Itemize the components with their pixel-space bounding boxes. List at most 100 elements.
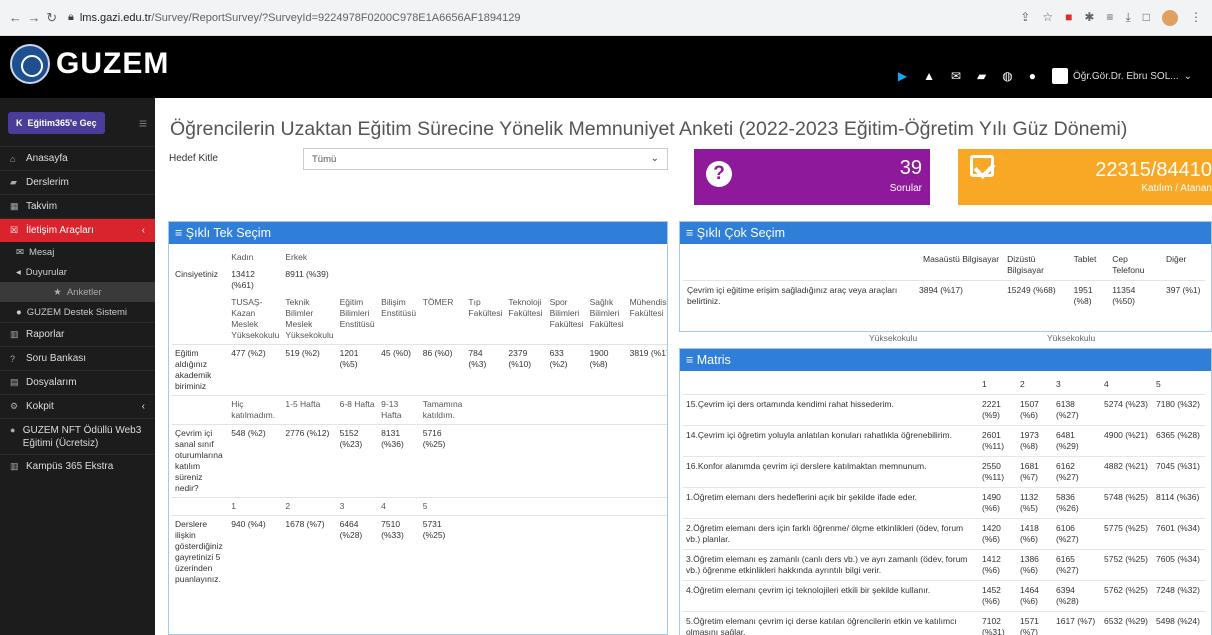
sidebar-item-raporlar[interactable]: ▥ Raporlar xyxy=(0,322,155,346)
column-header: Teknik Bilimler Meslek Yüksekokulu xyxy=(285,297,334,340)
participation-count: 22315/84410 xyxy=(1095,159,1212,181)
column-header: Erkek xyxy=(285,252,308,262)
back-icon[interactable]: ← xyxy=(9,10,22,26)
sidebar-item-dosyalarim[interactable]: ▤ Dosyalarım xyxy=(0,370,155,394)
sidebar-item-duyurular[interactable]: ◂ Duyurular xyxy=(0,262,155,282)
cell-value: 13412 (%61) xyxy=(231,269,255,290)
cell-value: 633 (%2) xyxy=(546,344,587,396)
cell-value: 548 (%2) xyxy=(228,424,283,498)
cell-value: 6106 (%27) xyxy=(1053,518,1101,550)
download-icon[interactable]: ⤓ xyxy=(1125,10,1130,26)
share-icon[interactable]: ⇪ xyxy=(1020,10,1030,26)
question-mark-icon: ? xyxy=(706,161,732,187)
column-header: 5 xyxy=(419,497,466,516)
column-header: 2 xyxy=(1020,379,1025,389)
puzzle-icon[interactable]: ✱ xyxy=(1084,10,1094,26)
question-text: Çevrim içi eğitime erişim sağladığınız a… xyxy=(687,285,898,306)
matrix-panel: ≡ Matris 1 2 3 4 5 15.Çevrim içi ders or… xyxy=(679,348,1212,635)
sidebar-item-soru-bankasi[interactable]: ? Soru Bankası xyxy=(0,346,155,370)
playlist-icon[interactable]: ≡ xyxy=(1106,10,1113,26)
sidebar-item-derslerim[interactable]: ▰ Derslerim xyxy=(0,170,155,194)
cell-value: 1201 (%5) xyxy=(336,344,379,396)
panel-title: ≡ Matris xyxy=(680,349,1211,371)
warning-icon[interactable]: ▲ xyxy=(923,69,935,83)
column-header: Tablet xyxy=(1073,254,1097,264)
table-row: 1 2 3 4 5 xyxy=(683,375,1205,395)
column-header: TÖMER xyxy=(422,297,454,307)
cell-value: 7045 (%31) xyxy=(1153,456,1205,488)
sidebar-item-label: İletişim Araçları xyxy=(26,225,94,236)
table-row: Çevrim içi sanal sınıf oturumlarına katı… xyxy=(172,424,667,498)
menu-toggle-icon[interactable]: ≡ xyxy=(139,115,147,131)
multi-choice-table: Masaüstü Bilgisayar Dizüstü Bilgisayar T… xyxy=(683,250,1205,311)
table-row: 16.Konfor alanımda çevrim içi derslere k… xyxy=(683,456,1205,488)
user-menu[interactable]: Öğr.Gör.Dr. Ebru SOL... ⌄ xyxy=(1052,68,1192,84)
cell-value: 8114 (%36) xyxy=(1153,487,1205,519)
sidebar-item-kampus-365[interactable]: ▥ Kampüs 365 Ekstra xyxy=(0,454,155,478)
lock-icon: 🔒︎ xyxy=(68,11,74,23)
table-row: Çevrim içi eğitime erişim sağladığınız a… xyxy=(683,280,1205,312)
question-text: Cinsiyetiniz xyxy=(175,269,218,279)
browser-extensions: ⇪ ☆ ■ ✱ ≡ ⤓ □ ⋮ xyxy=(1020,9,1212,26)
sidebar-item-guzem-nft[interactable]: ● GUZEM NFT Ödüllü Web3 Eğitimi (Ücretsiz… xyxy=(0,418,155,454)
book-icon[interactable]: ▰ xyxy=(977,69,986,83)
extension-icon[interactable]: ■ xyxy=(1065,10,1072,26)
cell-value: 45 (%0) xyxy=(378,344,420,396)
table-row: TUSAŞ-Kazan Meslek Yüksekokulu Teknik Bi… xyxy=(172,294,667,345)
browser-nav: ← → ↻ xyxy=(0,10,60,26)
cell-value: 5274 (%23) xyxy=(1101,394,1153,426)
mail-icon[interactable]: ✉ xyxy=(951,69,961,83)
column-header: Hiç katılmadım. xyxy=(228,395,283,425)
file-icon: ▤ xyxy=(10,377,19,387)
cell-value: 3819 (%17) xyxy=(626,344,667,396)
university-seal-icon xyxy=(10,44,50,84)
egitim365-button[interactable]: K Eğitim365'e Geç xyxy=(8,111,105,134)
column-header: Bilişim Enstitüsü xyxy=(381,297,417,318)
table-row: Kadın Erkek xyxy=(172,249,667,266)
chat-icon[interactable]: ● xyxy=(1029,69,1036,83)
reload-icon[interactable]: ↻ xyxy=(46,10,57,26)
cell-value: 6481 (%29) xyxy=(1053,425,1101,457)
sidebar-item-kokpit[interactable]: ⚙ Kokpit ‹ xyxy=(0,394,155,418)
cell-value: 6464 (%28) xyxy=(336,515,379,588)
cell-value: 1490 (%6) xyxy=(979,487,1017,519)
forward-icon[interactable]: → xyxy=(28,10,41,26)
clipped-label: Yüksekokulu xyxy=(869,334,918,343)
kebab-menu-icon[interactable]: ⋮ xyxy=(1190,10,1202,26)
globe-icon[interactable]: ◍ xyxy=(1002,69,1012,83)
cell-value: 2221 (%9) xyxy=(979,394,1017,426)
column-header: Cep Telefonu xyxy=(1112,254,1145,275)
google-play-icon[interactable]: ▶ xyxy=(898,69,907,83)
sidebar-item-iletisim-araclari[interactable]: ☒ İletişim Araçları ‹ xyxy=(0,218,155,242)
cell-value: 7605 (%34) xyxy=(1153,549,1205,581)
cell-value: 1507 (%6) xyxy=(1017,394,1053,426)
guzem-logo[interactable]: GUZEM xyxy=(10,44,169,84)
sidebar-item-anketler[interactable]: ★ Anketler xyxy=(0,282,155,302)
sidebar-item-takvim[interactable]: ▦ Takvim xyxy=(0,194,155,218)
cogs-icon: ⚙ xyxy=(10,401,19,411)
message-square-icon: ☒ xyxy=(10,225,19,235)
cell-value: 6394 (%28) xyxy=(1053,580,1101,612)
address-bar[interactable]: 🔒︎ lms.gazi.edu.tr/Survey/ReportSurvey/?… xyxy=(68,11,1020,24)
question-text: Derslere ilişkin gösterdiğiniz gayretini… xyxy=(172,515,229,588)
sidebar-item-anasayfa[interactable]: ⌂ Anasayfa xyxy=(0,146,155,170)
sidebar-item-mesaj[interactable]: ✉ Mesaj xyxy=(0,242,155,262)
star-icon[interactable]: ☆ xyxy=(1042,10,1053,26)
table-row: 5.Öğretim elemanı çevrim içi derse katıl… xyxy=(683,611,1205,635)
cell-value: 5762 (%25) xyxy=(1101,580,1153,612)
table-row: 2.Öğretim elemanı ders için farklı öğren… xyxy=(683,518,1205,550)
window-icon[interactable]: □ xyxy=(1143,10,1150,26)
column-header: 2 xyxy=(282,497,337,516)
profile-avatar[interactable] xyxy=(1162,9,1178,26)
table-row: 14.Çevrim içi öğretim yoluyla anlatılan … xyxy=(683,425,1205,457)
column-header: Diğer xyxy=(1166,254,1187,264)
cell-value: 1132 (%5) xyxy=(1017,487,1053,519)
sidebar-top: K Eğitim365'e Geç ≡ xyxy=(8,109,147,136)
target-select[interactable]: Tümü ⌄ xyxy=(303,148,668,170)
cell-value: 5752 (%25) xyxy=(1101,549,1153,581)
table-row: 1.Öğretim elemanı ders hedeflerini açık … xyxy=(683,487,1205,519)
sidebar-item-guzem-destek[interactable]: ● GUZEM Destek Sistemi xyxy=(0,302,155,322)
table-row: 1 2 3 4 5 xyxy=(172,497,667,516)
question-text: 2.Öğretim elemanı ders için farklı öğren… xyxy=(683,518,979,550)
table-row: 3.Öğretim elemanı eş zamanlı (canlı ders… xyxy=(683,549,1205,581)
